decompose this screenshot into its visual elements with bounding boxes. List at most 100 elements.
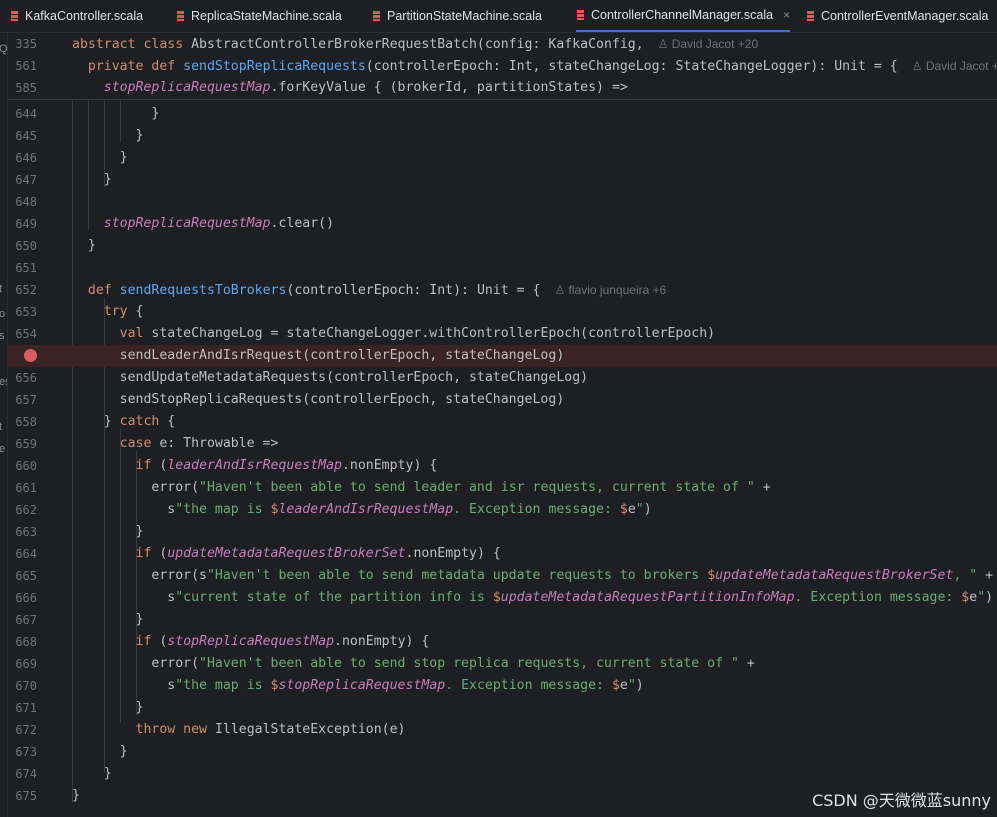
code-line[interactable]: 657 sendStopReplicaRequests(controllerEp…: [8, 389, 997, 411]
line-number[interactable]: 561: [8, 55, 37, 77]
tab-4[interactable]: ControllerEventManager.scala: [806, 0, 988, 32]
code-line[interactable]: 658 } catch {: [8, 411, 997, 433]
tab-3[interactable]: ControllerChannelManager.scala ×: [576, 0, 791, 32]
code-line[interactable]: 660 if (leaderAndIsrRequestMap.nonEmpty)…: [8, 455, 997, 477]
code-line[interactable]: 659 case e: Throwable =>: [8, 433, 997, 455]
line-number[interactable]: 650: [8, 235, 37, 257]
line-number[interactable]: 658: [8, 411, 37, 433]
code-line[interactable]: 645 }: [8, 125, 997, 147]
scala-file-icon: [372, 10, 381, 22]
line-number[interactable]: 673: [8, 741, 37, 763]
code-line[interactable]: 670 s"the map is $stopReplicaRequestMap.…: [8, 675, 997, 697]
author-annotation[interactable]: ♙ David Jacot +20: [658, 37, 758, 51]
code-text: }: [135, 524, 144, 539]
code-text: stopReplicaRequestMap.forKeyValue { (bro…: [103, 80, 628, 95]
tool-strip-glyph: s: [0, 330, 5, 342]
tool-strip-glyph: t: [0, 421, 2, 433]
code-line[interactable]: 667 }: [8, 609, 997, 631]
tab-0[interactable]: KafkaController.scala: [10, 0, 143, 32]
code-text: s"current state of the partition info is…: [167, 590, 994, 605]
line-number[interactable]: 654: [8, 323, 37, 345]
close-icon[interactable]: ×: [783, 8, 790, 22]
code-text: case e: Throwable =>: [119, 436, 279, 451]
code-line[interactable]: 651: [8, 257, 997, 279]
code-line[interactable]: 674 }: [8, 763, 997, 785]
line-number[interactable]: 662: [8, 499, 37, 521]
code-line[interactable]: 650 }: [8, 235, 997, 257]
line-number[interactable]: 668: [8, 631, 37, 653]
code-line[interactable]: 668 if (stopReplicaRequestMap.nonEmpty) …: [8, 631, 997, 653]
breakpoint-icon[interactable]: [24, 349, 37, 362]
code-line[interactable]: 669 error("Haven't been able to send sto…: [8, 653, 997, 675]
code-line[interactable]: 662 s"the map is $leaderAndIsrRequestMap…: [8, 499, 997, 521]
line-number[interactable]: 664: [8, 543, 37, 565]
line-number[interactable]: 671: [8, 697, 37, 719]
code-line[interactable]: 561 private def sendStopReplicaRequests(…: [8, 55, 997, 77]
code-text: private def sendStopReplicaRequests(cont…: [72, 55, 997, 78]
line-number[interactable]: 585: [8, 77, 37, 99]
line-number[interactable]: 647: [8, 169, 37, 191]
code-line[interactable]: 665 error(s"Haven't been able to send me…: [8, 565, 997, 587]
author-annotation[interactable]: ♙ David Jacot +7: [912, 59, 997, 73]
line-number[interactable]: 656: [8, 367, 37, 389]
code-line[interactable]: 664 if (updateMetadataRequestBrokerSet.n…: [8, 543, 997, 565]
code-text: try {: [103, 304, 144, 319]
line-number[interactable]: 645: [8, 125, 37, 147]
code-line[interactable]: 653 try {: [8, 301, 997, 323]
line-number[interactable]: 675: [8, 785, 37, 807]
line-number[interactable]: 657: [8, 389, 37, 411]
code-line[interactable]: 652 def sendRequestsToBrokers(controller…: [8, 279, 997, 301]
code-text: }: [103, 766, 112, 781]
code-line[interactable]: 671 }: [8, 697, 997, 719]
code-line[interactable]: 335 abstract class AbstractControllerBrok…: [8, 33, 997, 55]
tab-label: ControllerChannelManager.scala: [591, 8, 774, 22]
code-text: sendUpdateMetadataRequests(controllerEpo…: [119, 370, 589, 385]
line-number[interactable]: 659: [8, 433, 37, 455]
tab-1[interactable]: ReplicaStateMachine.scala: [176, 0, 342, 32]
line-number[interactable]: 661: [8, 477, 37, 499]
code-text: }: [87, 238, 96, 253]
line-number[interactable]: 672: [8, 719, 37, 741]
code-line[interactable]: 648: [8, 191, 997, 213]
line-number[interactable]: 674: [8, 763, 37, 785]
code-line[interactable]: 646 }: [8, 147, 997, 169]
code-line[interactable]: 672 throw new IllegalStateException(e): [8, 719, 997, 741]
line-number[interactable]: 648: [8, 191, 37, 213]
code-text: stopReplicaRequestMap.clear(): [103, 216, 335, 231]
code-line[interactable]: 654 val stateChangeLog = stateChangeLogg…: [8, 323, 997, 345]
code-line[interactable]: 661 error("Haven't been able to send lea…: [8, 477, 997, 499]
code-line[interactable]: 673 }: [8, 741, 997, 763]
line-number[interactable]: 665: [8, 565, 37, 587]
code-text: if (stopReplicaRequestMap.nonEmpty) {: [135, 634, 430, 649]
code-editor[interactable]: 644 } 645 } 646 } 647 } 648 649 stopReplicaRe…: [8, 99, 997, 817]
line-number[interactable]: 651: [8, 257, 37, 279]
editor-tab-bar: KafkaController.scala ReplicaStateMachine…: [0, 0, 997, 33]
code-line[interactable]: sendLeaderAndIsrRequest(controllerEpoch,…: [8, 345, 997, 367]
line-number[interactable]: 667: [8, 609, 37, 631]
line-number[interactable]: 652: [8, 279, 37, 301]
code-line[interactable]: 644 }: [8, 103, 997, 125]
line-number[interactable]: 649: [8, 213, 37, 235]
line-number[interactable]: 644: [8, 103, 37, 125]
scala-file-icon: [806, 10, 815, 22]
code-text: } catch {: [103, 414, 176, 429]
code-line[interactable]: 649 stopReplicaRequestMap.clear(): [8, 213, 997, 235]
line-number[interactable]: 663: [8, 521, 37, 543]
code-text: }: [72, 788, 80, 803]
code-text: }: [103, 744, 128, 759]
code-line[interactable]: 585 stopReplicaRequestMap.forKeyValue { …: [8, 77, 997, 99]
code-line[interactable]: 656 sendUpdateMetadataRequests(controlle…: [8, 367, 997, 389]
tab-2[interactable]: PartitionStateMachine.scala: [372, 0, 542, 32]
line-number[interactable]: 335: [8, 33, 37, 55]
line-number[interactable]: 670: [8, 675, 37, 697]
code-line[interactable]: 666 s"current state of the partition inf…: [8, 587, 997, 609]
code-line[interactable]: 647 }: [8, 169, 997, 191]
code-text: }: [151, 106, 160, 121]
line-number[interactable]: 666: [8, 587, 37, 609]
line-number[interactable]: 669: [8, 653, 37, 675]
line-number[interactable]: 660: [8, 455, 37, 477]
line-number[interactable]: 653: [8, 301, 37, 323]
line-number[interactable]: 646: [8, 147, 37, 169]
author-annotation[interactable]: ♙ flavio junqueira +6: [554, 283, 666, 297]
code-line[interactable]: 663 }: [8, 521, 997, 543]
